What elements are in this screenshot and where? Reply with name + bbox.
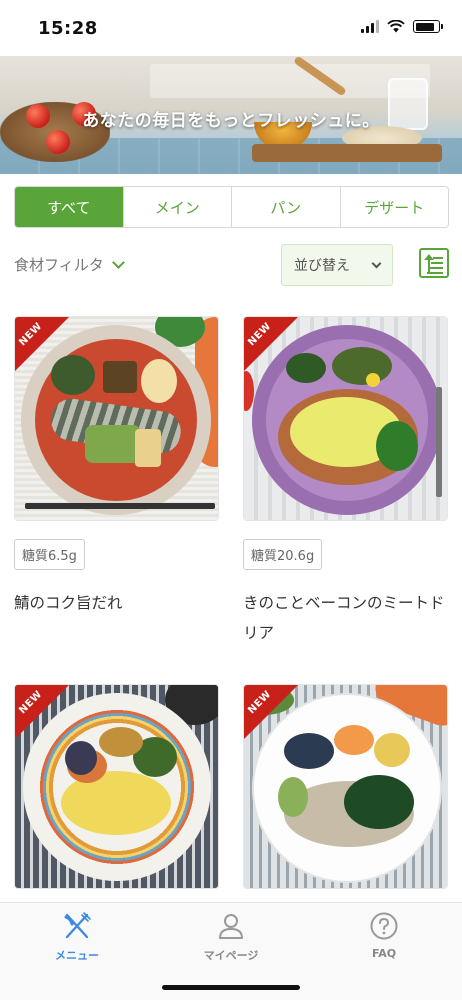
spinach-image <box>344 775 414 829</box>
menu-card-image[interactable]: NEW <box>243 684 448 889</box>
greens-image <box>278 777 308 817</box>
hero-board-image <box>252 144 442 162</box>
menu-card[interactable]: NEW <box>243 684 448 889</box>
nav-item-faq[interactable]: FAQ <box>334 911 434 960</box>
question-icon <box>370 912 398 940</box>
new-ribbon: NEW <box>15 317 69 371</box>
chevron-down-icon <box>111 255 125 269</box>
menu-card-image[interactable]: NEW <box>243 316 448 521</box>
sort-arrow-icon <box>424 254 434 272</box>
konjac-image <box>103 361 137 393</box>
hero-banner: あなたの毎日をもっとフレッシュに。 <box>0 56 462 174</box>
carrot-image <box>334 725 374 755</box>
carbs-badge: 糖質20.6g <box>243 539 323 570</box>
corn-image <box>366 373 380 387</box>
ingredient-filter-button[interactable]: 食材フィルタ <box>14 254 125 275</box>
menu-card[interactable]: NEW 糖質20.6g きのことベーコンのミートドリア <box>243 316 448 648</box>
nav-item-mypage[interactable]: マイページ <box>181 911 281 963</box>
sort-select[interactable]: 並び替え <box>281 244 393 286</box>
tab-all[interactable]: すべて <box>15 187 124 227</box>
menu-card-image[interactable]: NEW <box>14 316 219 521</box>
person-icon <box>219 914 243 939</box>
menu-grid: NEW 糖質6.5g 鯖のコク旨だれ NEW 糖質20.6g きのことベーコンの… <box>0 302 462 902</box>
home-indicator <box>162 985 300 990</box>
tab-dessert[interactable]: デザート <box>340 187 448 227</box>
battery-level <box>415 22 435 31</box>
filter-row: 食材フィルタ 並び替え <box>14 244 449 286</box>
nav-label: FAQ <box>371 947 397 960</box>
cellular-signal-icon <box>361 20 379 33</box>
battery-icon <box>413 20 443 33</box>
bottom-nav: メニュー マイページ FAQ <box>0 902 462 1000</box>
status-bar: 15:28 <box>0 0 462 56</box>
wifi-icon <box>387 20 405 33</box>
sort-bar <box>427 272 443 274</box>
new-ribbon: NEW <box>15 685 69 739</box>
chopsticks-image <box>25 503 215 509</box>
ingredient-filter-label: 食材フィルタ <box>14 256 104 274</box>
nav-label: マイページ <box>203 949 259 962</box>
fork-image <box>436 387 442 497</box>
new-ribbon: NEW <box>244 685 298 739</box>
onion-image <box>99 727 143 757</box>
chevron-down-icon <box>371 258 382 268</box>
fork-knife-icon <box>64 912 91 939</box>
tab-main[interactable]: メイン <box>123 187 232 227</box>
sort-select-label: 並び替え <box>294 258 350 274</box>
tomato-image <box>46 130 70 154</box>
carbs-badge: 糖質6.5g <box>14 539 85 570</box>
tofu-image <box>135 429 161 467</box>
pumpkin-image <box>374 733 410 767</box>
nav-item-menu[interactable]: メニュー <box>27 911 127 963</box>
eggplant-image <box>65 741 97 775</box>
sort-bar <box>431 262 443 264</box>
broccoli-image <box>376 421 418 471</box>
sort-bar <box>429 267 443 269</box>
potato-salad-image <box>141 359 177 403</box>
tab-bread[interactable]: パン <box>232 187 341 227</box>
menu-card-title[interactable]: きのことベーコンのミートドリア <box>243 588 448 648</box>
greens-image <box>332 347 392 385</box>
menu-card[interactable]: NEW 糖質6.5g 鯖のコク旨だれ <box>14 316 219 618</box>
hero-tagline: あなたの毎日をもっとフレッシュに。 <box>82 111 380 131</box>
status-icons <box>361 20 443 33</box>
sort-bar <box>433 257 443 259</box>
menu-card[interactable]: NEW <box>14 684 219 889</box>
status-time: 15:28 <box>38 18 98 39</box>
menu-card-title[interactable]: 鯖のコク旨だれ <box>14 588 219 618</box>
category-tabs: すべて メイン パン デザート <box>14 186 449 228</box>
menu-card-image[interactable]: NEW <box>14 684 219 889</box>
leek-image <box>85 425 141 463</box>
sort-order-button[interactable] <box>419 248 449 278</box>
new-ribbon: NEW <box>244 317 298 371</box>
nav-label: メニュー <box>55 949 99 962</box>
